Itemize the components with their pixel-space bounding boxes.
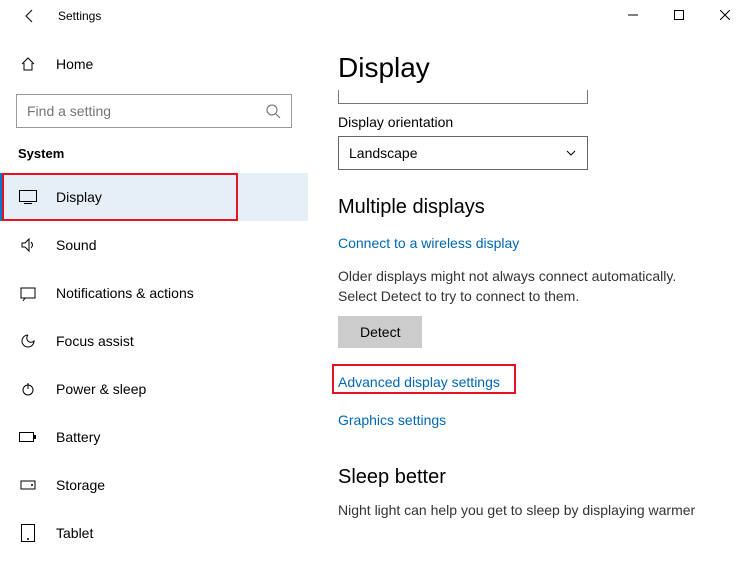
sidebar-item-label: Notifications & actions [56,285,194,301]
window-controls [610,0,748,30]
sidebar-item-label: Focus assist [56,333,134,349]
sidebar-item-label: Power & sleep [56,381,146,397]
advanced-display-link[interactable]: Advanced display settings [338,374,500,390]
content-area: Home System Display [0,32,748,571]
sidebar-item-focus-assist[interactable]: Focus assist [0,317,308,365]
sound-icon [18,237,38,253]
window-title: Settings [58,9,101,23]
sleep-better-heading: Sleep better [338,466,718,489]
detect-description: Older displays might not always connect … [338,267,698,306]
graphics-settings-link[interactable]: Graphics settings [338,412,446,428]
sidebar-item-label: Storage [56,477,105,493]
search-input[interactable] [27,103,265,119]
page-title: Display [338,52,718,84]
detect-button[interactable]: Detect [338,316,422,348]
orientation-dropdown[interactable]: Landscape [338,136,588,170]
maximize-button[interactable] [656,0,702,30]
sidebar-item-tablet[interactable]: Tablet [0,509,308,557]
storage-icon [18,477,38,493]
orientation-value: Landscape [349,145,418,161]
orientation-label: Display orientation [338,114,718,130]
multiple-displays-heading: Multiple displays [338,196,718,219]
chevron-down-icon [565,147,577,159]
section-bracket [338,90,588,104]
close-button[interactable] [702,0,748,30]
sidebar: Home System Display [0,32,308,571]
battery-icon [18,431,38,443]
sidebar-item-battery[interactable]: Battery [0,413,308,461]
sidebar-item-power-sleep[interactable]: Power & sleep [0,365,308,413]
search-box[interactable] [16,94,292,128]
sleep-description: Night light can help you get to sleep by… [338,501,698,521]
focus-assist-icon [18,333,38,349]
back-button[interactable] [18,4,42,28]
display-icon [18,190,38,204]
sidebar-item-label: Battery [56,429,100,445]
settings-window: Settings Home [0,0,748,571]
power-icon [18,381,38,397]
tablet-icon [18,524,38,542]
home-nav[interactable]: Home [0,44,308,84]
titlebar: Settings [0,0,748,32]
home-icon [18,56,38,72]
search-icon [265,103,281,119]
category-label: System [0,142,308,173]
sidebar-item-notifications[interactable]: Notifications & actions [0,269,308,317]
sidebar-item-storage[interactable]: Storage [0,461,308,509]
minimize-button[interactable] [610,0,656,30]
wireless-display-link[interactable]: Connect to a wireless display [338,235,519,251]
notifications-icon [18,285,38,301]
sidebar-item-label: Sound [56,237,96,253]
sidebar-item-label: Display [56,189,102,205]
sidebar-item-label: Tablet [56,525,93,541]
home-label: Home [56,56,93,72]
sidebar-item-display[interactable]: Display [0,173,308,221]
sidebar-item-sound[interactable]: Sound [0,221,308,269]
main-panel: Display Display orientation Landscape Mu… [308,32,748,571]
